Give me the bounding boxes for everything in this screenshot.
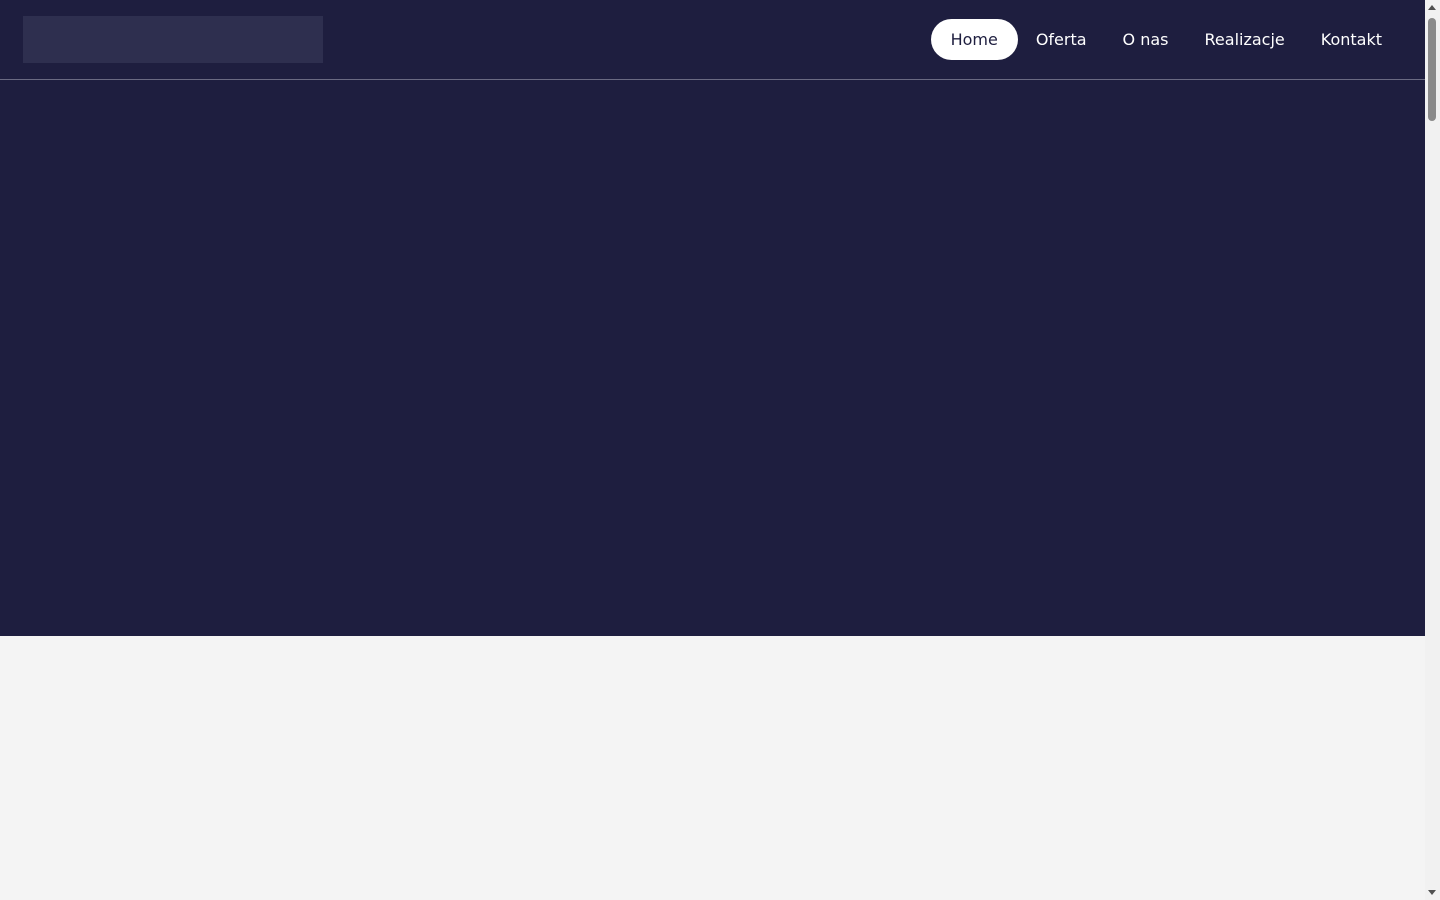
scroll-up-icon[interactable] [1428, 5, 1436, 10]
main-nav: Home Oferta O nas Realizacje Kontakt [930, 19, 1400, 60]
hero-section [0, 80, 1425, 636]
page-viewport: Home Oferta O nas Realizacje Kontakt [0, 0, 1425, 900]
nav-item-home[interactable]: Home [930, 19, 1018, 60]
site-header: Home Oferta O nas Realizacje Kontakt [0, 0, 1425, 80]
nav-item-o-nas[interactable]: O nas [1105, 19, 1187, 60]
scroll-down-icon[interactable] [1428, 890, 1436, 895]
content-section [0, 636, 1425, 900]
nav-item-kontakt[interactable]: Kontakt [1303, 19, 1400, 60]
vertical-scrollbar[interactable] [1425, 0, 1440, 900]
logo-placeholder[interactable] [23, 16, 323, 63]
nav-item-oferta[interactable]: Oferta [1018, 19, 1105, 60]
scroll-thumb[interactable] [1428, 18, 1436, 121]
nav-item-realizacje[interactable]: Realizacje [1187, 19, 1303, 60]
